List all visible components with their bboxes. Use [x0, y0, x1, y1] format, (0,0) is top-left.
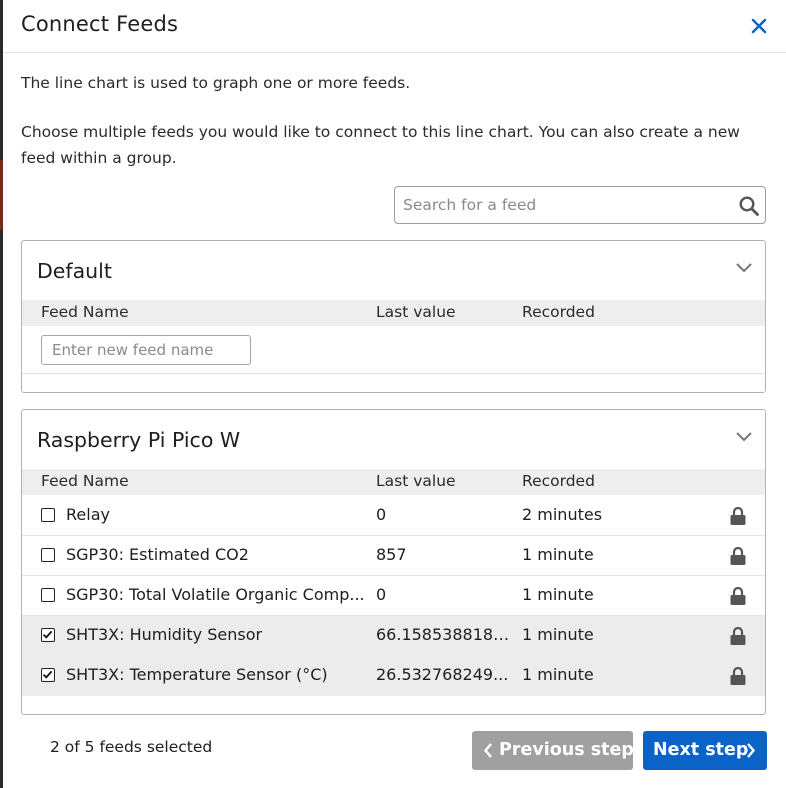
feed-checkbox[interactable] — [41, 588, 55, 602]
feed-last-value: 857 — [376, 545, 407, 564]
column-header-recorded: Recorded — [522, 472, 595, 490]
lock-icon — [730, 666, 746, 685]
dialog-title: Connect Feeds — [21, 12, 179, 36]
checkmark-icon — [42, 670, 53, 679]
table-header: Feed Name Last value Recorded — [22, 469, 765, 495]
feed-group-raspberry-pi-pico-w: Raspberry Pi Pico W Feed Name Last value… — [21, 409, 766, 715]
new-feed-name-input[interactable] — [41, 335, 251, 365]
lock-icon — [730, 546, 746, 565]
divider — [22, 373, 765, 374]
column-header-recorded: Recorded — [522, 303, 595, 321]
column-header-feed-name: Feed Name — [41, 303, 129, 321]
feed-recorded: 1 minute — [522, 665, 594, 684]
feed-row-sht3x-humidity[interactable]: SHT3X: Humidity Sensor 66.1585388183... … — [22, 616, 765, 656]
next-step-label: Next step — [653, 740, 749, 760]
group-title: Default — [37, 259, 112, 283]
feed-checkbox[interactable] — [41, 548, 55, 562]
lock-icon — [730, 586, 746, 605]
feed-recorded: 1 minute — [522, 545, 594, 564]
chevron-down-icon[interactable] — [734, 430, 754, 444]
close-icon[interactable] — [747, 14, 771, 38]
chevron-down-icon[interactable] — [734, 261, 754, 275]
feed-row-sht3x-temperature[interactable]: SHT3X: Temperature Sensor (°C) 26.532768… — [22, 656, 765, 696]
feed-last-value: 26.532768249... — [376, 665, 509, 684]
feed-recorded: 1 minute — [522, 585, 594, 604]
feed-last-value: 0 — [376, 585, 387, 604]
search-box — [394, 186, 766, 224]
feed-name: SHT3X: Humidity Sensor — [66, 625, 263, 644]
feed-group-default: Default Feed Name Last value Recorded — [21, 240, 766, 393]
search-input[interactable] — [396, 188, 726, 222]
chevron-left-icon — [483, 743, 492, 758]
lock-icon — [730, 506, 746, 525]
table-header: Feed Name Last value Recorded — [22, 300, 765, 326]
previous-step-label: Previous step — [499, 740, 634, 760]
lock-icon — [730, 626, 746, 645]
next-step-button[interactable]: Next step — [643, 731, 767, 770]
feed-name: SGP30: Estimated CO2 — [66, 545, 249, 564]
column-header-last-value: Last value — [376, 303, 456, 321]
previous-step-button[interactable]: Previous step — [472, 731, 634, 770]
feed-row-sgp30-estimated-co2[interactable]: SGP30: Estimated CO2 857 1 minute — [22, 536, 765, 576]
group-title: Raspberry Pi Pico W — [37, 428, 241, 452]
feed-checkbox-checked[interactable] — [41, 628, 55, 642]
feed-checkbox-checked[interactable] — [41, 668, 55, 682]
feed-recorded: 2 minutes — [522, 505, 603, 524]
checkmark-icon — [42, 630, 53, 639]
feed-last-value: 0 — [376, 505, 387, 524]
dialog-description: The line chart is used to graph one or m… — [21, 74, 411, 92]
feed-name: Relay — [66, 505, 110, 524]
selection-status: 2 of 5 feeds selected — [50, 738, 213, 756]
feed-name: SGP30: Total Volatile Organic Comp... — [66, 585, 365, 604]
dialog-instructions: Choose multiple feeds you would like to … — [21, 123, 740, 167]
connect-feeds-dialog: Connect Feeds The line chart is used to … — [3, 0, 786, 788]
column-header-feed-name: Feed Name — [41, 472, 129, 490]
dialog-header: Connect Feeds — [3, 0, 786, 53]
feed-row-relay[interactable]: Relay 0 2 minutes — [22, 496, 765, 536]
feed-checkbox[interactable] — [41, 508, 55, 522]
feed-name: SHT3X: Temperature Sensor (°C) — [66, 665, 328, 684]
feed-row-sgp30-tvoc[interactable]: SGP30: Total Volatile Organic Comp... 0 … — [22, 576, 765, 616]
chevron-right-icon — [747, 743, 756, 758]
feed-recorded: 1 minute — [522, 625, 594, 644]
search-icon[interactable] — [738, 195, 760, 217]
feed-last-value: 66.1585388183... — [376, 625, 514, 644]
column-header-last-value: Last value — [376, 472, 456, 490]
